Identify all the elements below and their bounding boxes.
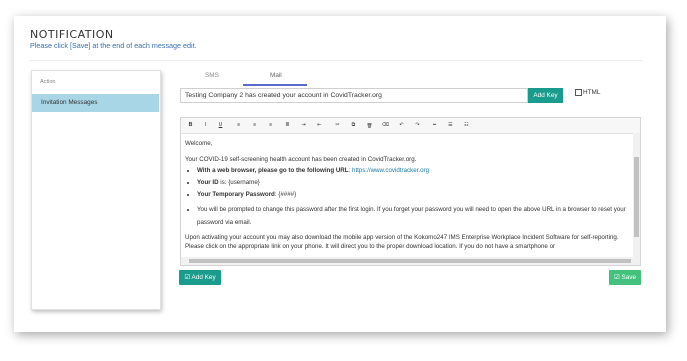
outdent-icon[interactable]: ⇤ xyxy=(314,121,325,130)
copy-icon[interactable]: ⧉ xyxy=(348,121,359,130)
add-key-button-bottom[interactable]: ☑ Add Key xyxy=(179,270,221,285)
checkbox-icon[interactable] xyxy=(575,89,582,96)
undo-icon[interactable]: ↶ xyxy=(396,121,407,130)
horizontal-scroll-thumb[interactable] xyxy=(189,259,631,263)
save-button[interactable]: ☑ Save xyxy=(609,270,641,285)
change-password-note: You will be prompted to change this pass… xyxy=(197,206,626,226)
html-checkbox-label: HTML xyxy=(583,89,601,97)
password-label: Your Temporary Password xyxy=(197,191,275,198)
sidebar-item-invitation-messages[interactable]: Invitation Messages xyxy=(32,94,159,112)
vertical-scrollbar[interactable] xyxy=(633,133,640,258)
horizontal-scrollbar[interactable] xyxy=(181,257,640,265)
align-center-icon[interactable]: ≡ xyxy=(249,121,260,130)
subject-input-value: Testing Company 2 has created your accou… xyxy=(185,92,382,99)
editor-content[interactable]: Welcome, Your COVID-19 self-screening he… xyxy=(185,140,629,251)
sidebar-heading: Action xyxy=(40,79,56,85)
underline-icon[interactable]: U xyxy=(215,121,226,130)
list-item: With a web browser, please go to the fol… xyxy=(197,167,629,175)
align-justify-icon[interactable]: ≣ xyxy=(282,121,293,130)
eraser-icon[interactable]: ⌫ xyxy=(380,121,391,130)
id-label: Your ID xyxy=(197,179,219,186)
delete-icon[interactable]: 🗑 xyxy=(364,121,375,130)
instructions-list: With a web browser, please go to the fol… xyxy=(185,167,629,229)
cut-icon[interactable]: ✂ xyxy=(332,121,343,130)
bold-icon[interactable]: B xyxy=(185,121,196,130)
align-left-icon[interactable]: ≡ xyxy=(233,121,244,130)
add-key-label: Add Key xyxy=(191,274,216,281)
intro-text: Your COVID-19 self-screening health acco… xyxy=(185,156,417,163)
sidebar-item-label: Invitation Messages xyxy=(41,99,98,106)
message-editor[interactable]: B I U ≡ ≡ ≡ ≣ ⇥ ⇤ ✂ ⧉ 🗑 ⌫ ↶ ↷ ━ ☰ ☷ Welc… xyxy=(180,117,641,266)
save-icon: ☑ xyxy=(613,274,620,281)
indent-icon[interactable]: ⇥ xyxy=(298,121,309,130)
password-value: : {####} xyxy=(274,191,297,198)
sidebar: Action Invitation Messages xyxy=(31,70,161,310)
list-item: You will be prompted to change this pass… xyxy=(197,203,629,229)
page-subtitle: Please click [Save] at the end of each m… xyxy=(30,41,197,50)
italic-icon[interactable]: I xyxy=(200,121,211,130)
id-value: is: {username} xyxy=(220,179,260,186)
mobile-app-note: Upon activating your account you may als… xyxy=(185,234,619,250)
active-tab-indicator xyxy=(243,84,307,86)
add-key-button-top[interactable]: Add Key xyxy=(528,88,563,103)
redo-icon[interactable]: ↷ xyxy=(412,121,423,130)
list-item: Your Temporary Password: {####} xyxy=(197,191,629,199)
tab-sms[interactable]: SMS xyxy=(205,72,219,79)
subject-input[interactable]: Testing Company 2 has created your accou… xyxy=(180,88,528,103)
align-right-icon[interactable]: ≡ xyxy=(265,121,276,130)
tab-mail[interactable]: Mail xyxy=(270,72,282,79)
save-label: Save xyxy=(621,274,637,281)
horizontal-rule-icon[interactable]: ━ xyxy=(429,121,440,130)
greeting-text: Welcome, xyxy=(185,140,213,147)
add-key-icon: ☑ xyxy=(184,274,191,281)
list-item: Your ID is: {username} xyxy=(197,179,629,187)
page-title: NOTIFICATION xyxy=(30,28,114,41)
divider xyxy=(30,60,642,61)
web-url-link[interactable]: https://www.covidtracker.org xyxy=(352,167,429,174)
vertical-scroll-thumb[interactable] xyxy=(634,157,639,237)
bullet-list-icon[interactable]: ☰ xyxy=(445,121,456,130)
numbered-list-icon[interactable]: ☷ xyxy=(461,121,472,130)
html-checkbox[interactable]: HTML xyxy=(575,89,600,96)
editor-toolbar: B I U ≡ ≡ ≡ ≣ ⇥ ⇤ ✂ ⧉ 🗑 ⌫ ↶ ↷ ━ ☰ ☷ xyxy=(181,118,640,134)
web-label: With a web browser, please go to the fol… xyxy=(197,167,349,174)
